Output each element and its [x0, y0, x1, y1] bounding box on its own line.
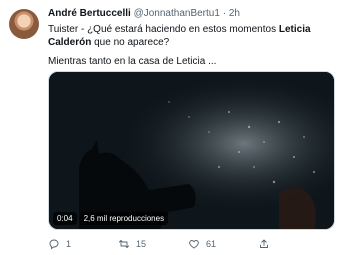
reply-button[interactable]: 1 — [48, 237, 118, 251]
video-player[interactable]: 0:04 2,6 mil reproducciones — [48, 71, 335, 230]
author-handle[interactable]: @JonnathanBertu1 — [134, 8, 220, 19]
tweet-text-paragraph2: Mientras tanto en la casa de Leticia ... — [48, 56, 217, 67]
tweet-text-part2: que no aparece? — [91, 36, 170, 48]
tweet-header: André Bertuccelli @JonnathanBertu1 · 2h — [48, 8, 342, 24]
like-count: 61 — [206, 239, 217, 249]
reply-count: 1 — [66, 239, 72, 249]
reply-icon — [49, 239, 59, 250]
tweet-timestamp[interactable]: 2h — [229, 8, 240, 19]
tweet-actions: 1 15 61 — [48, 237, 328, 251]
tweet-text-part1: Tuister - ¿Qué estará haciendo en estos … — [48, 24, 279, 35]
share-button[interactable] — [258, 237, 328, 251]
video-badges: 0:04 2,6 mil reproducciones — [53, 212, 169, 225]
heart-icon — [189, 240, 199, 249]
retweet-count: 15 — [136, 239, 147, 249]
video-duration: 0:04 — [53, 212, 77, 225]
author-avatar[interactable] — [9, 9, 39, 39]
retweet-icon — [119, 240, 129, 248]
author-name[interactable]: André Bertuccelli — [48, 8, 131, 19]
share-icon — [260, 239, 268, 248]
retweet-button[interactable]: 15 — [118, 237, 188, 251]
separator-dot: · — [222, 8, 227, 19]
tweet-text: Tuister - ¿Qué estará haciendo en estos … — [48, 24, 340, 49]
video-frame — [49, 72, 334, 229]
like-button[interactable]: 61 — [188, 237, 258, 251]
video-views: 2,6 mil reproducciones — [79, 212, 169, 225]
